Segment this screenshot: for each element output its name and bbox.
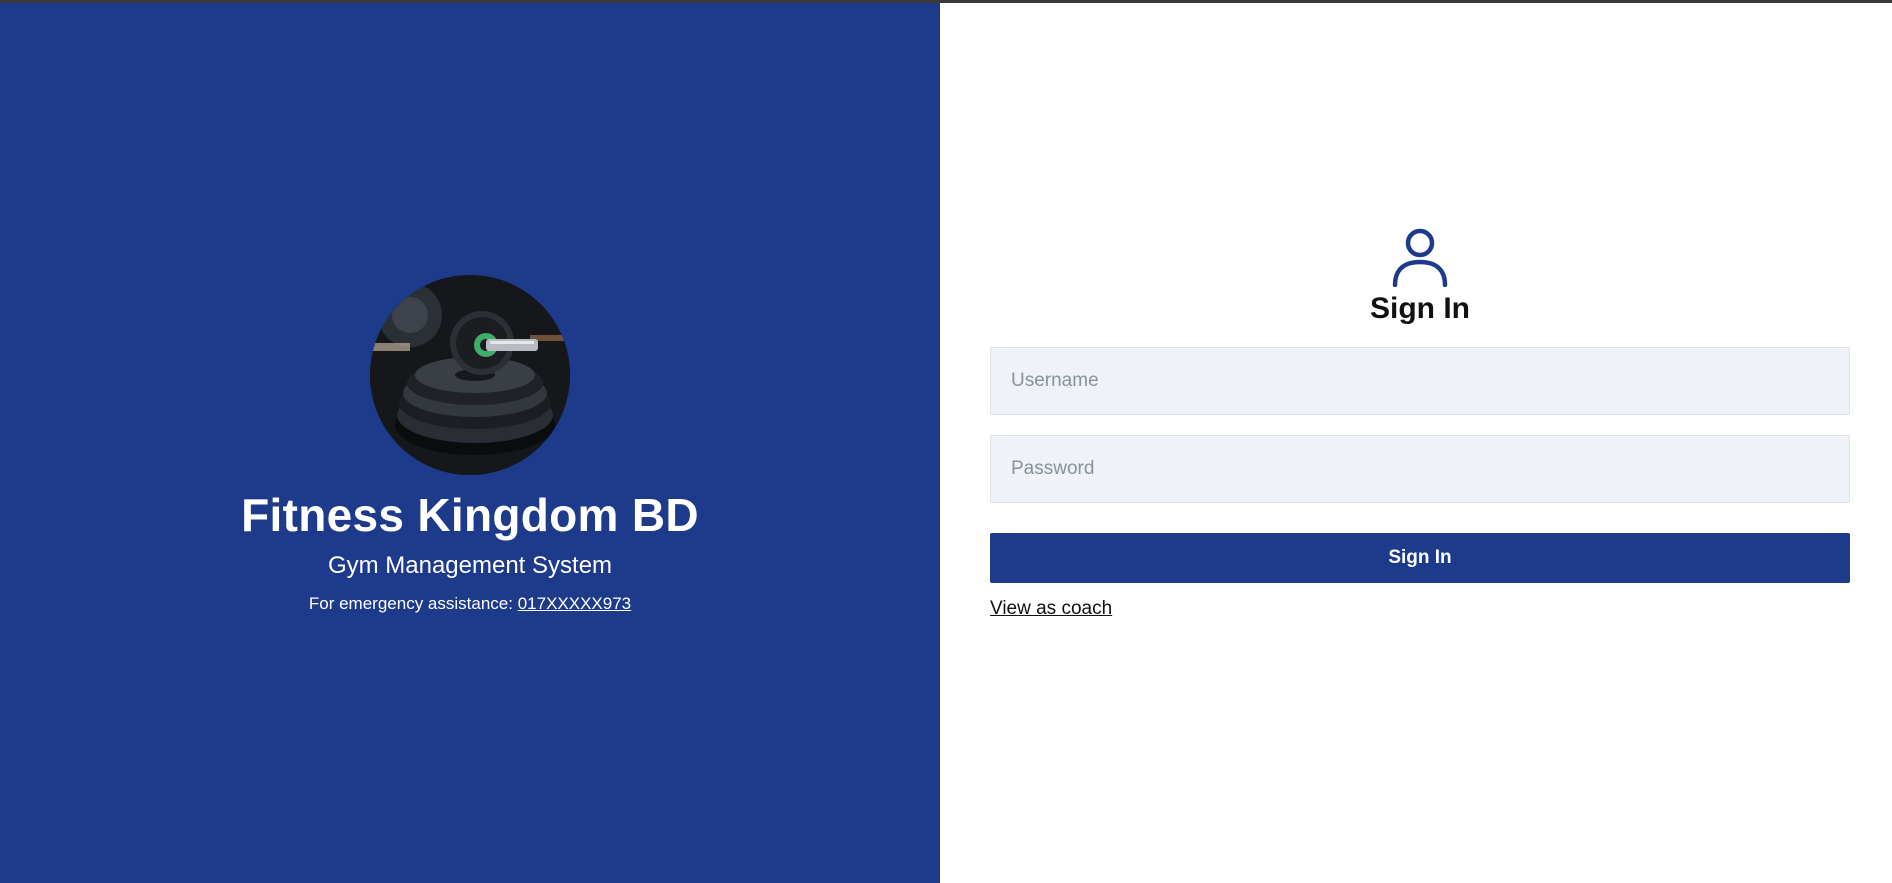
password-input[interactable]: [990, 435, 1850, 503]
signin-header: Sign In: [990, 225, 1850, 327]
signin-panel: Sign In Sign In View as coach: [940, 3, 1892, 883]
emergency-phone-link[interactable]: 017XXXXX973: [518, 594, 631, 613]
signin-button[interactable]: Sign In: [990, 533, 1850, 583]
brand-subtitle: Gym Management System: [327, 552, 613, 579]
login-page: Fitness Kingdom BD Gym Management System…: [0, 3, 1892, 883]
gym-logo-image: [370, 275, 570, 475]
username-input[interactable]: [990, 347, 1850, 415]
user-icon: [1392, 228, 1448, 287]
signin-form: Sign In Sign In View as coach: [990, 225, 1850, 621]
view-as-coach-link[interactable]: View as coach: [990, 597, 1112, 621]
weight-plates-illustration: [370, 275, 570, 475]
brand-title: Fitness Kingdom BD: [241, 489, 699, 541]
emergency-label: For emergency assistance:: [308, 594, 513, 613]
signin-title: Sign In: [1370, 292, 1470, 325]
emergency-contact: For emergency assistance: 017XXXXX973: [309, 593, 631, 615]
brand-panel: Fitness Kingdom BD Gym Management System…: [0, 3, 940, 883]
brand-block: Fitness Kingdom BD Gym Management System…: [0, 275, 940, 615]
